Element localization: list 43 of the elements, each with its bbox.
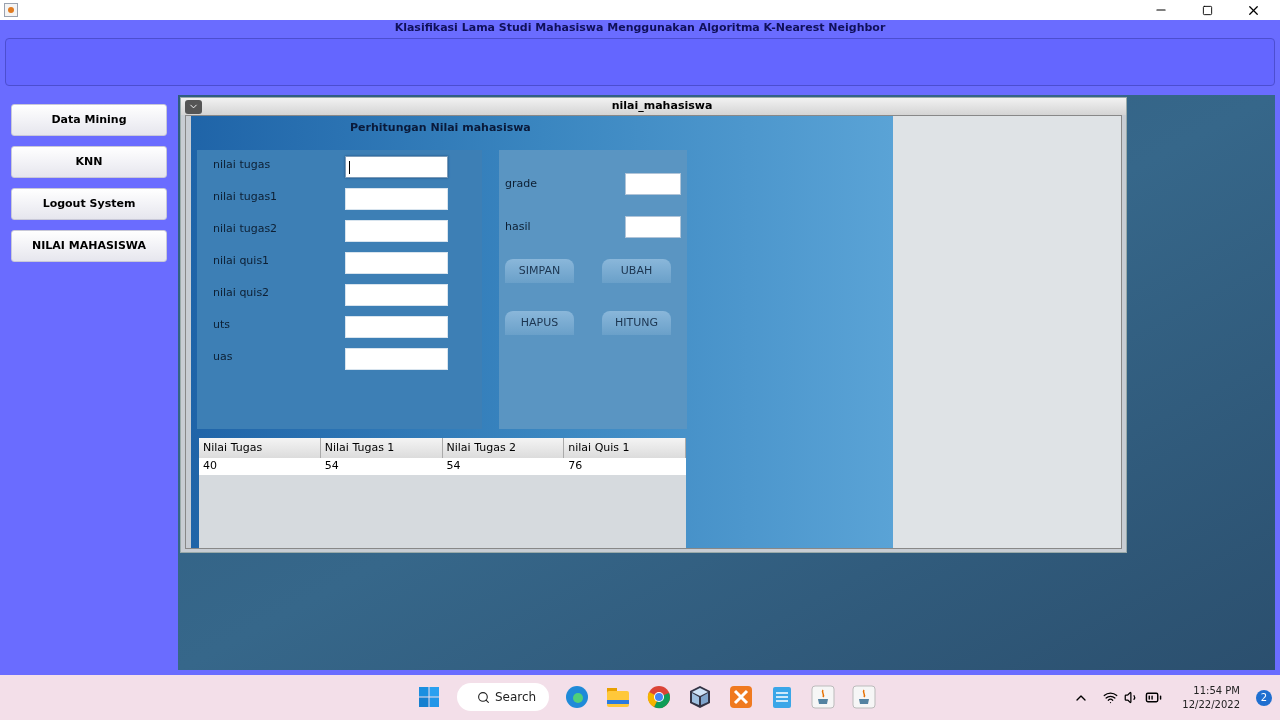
- browser-icon[interactable]: [564, 684, 590, 710]
- input-field[interactable]: [625, 173, 681, 195]
- field-label: uas: [213, 349, 234, 365]
- field-label: nilai quis1: [213, 253, 271, 269]
- java-icon[interactable]: [851, 684, 877, 710]
- field-label: grade: [505, 175, 537, 192]
- field-label: nilai tugas2: [213, 221, 279, 237]
- frame-menu-button[interactable]: [185, 99, 202, 114]
- xampp-icon[interactable]: [728, 684, 754, 710]
- notification-badge[interactable]: 2: [1256, 689, 1272, 706]
- field-label: nilai tugas1: [213, 189, 279, 205]
- field-label: nilai quis2: [213, 285, 271, 301]
- table-cell-text: 54: [323, 458, 340, 475]
- action-button[interactable]: SIMPAN: [505, 259, 574, 283]
- chrome-icon[interactable]: [646, 684, 672, 710]
- field-label: nilai tugas: [213, 157, 272, 173]
- app-title: Klasifikasi Lama Studi Mahasiswa Menggunakan Algoritma K-Nearest Neighbor: [394, 20, 886, 36]
- search-icon: [477, 690, 490, 704]
- cube-icon[interactable]: [687, 684, 713, 710]
- action-button[interactable]: UBAH: [602, 259, 671, 283]
- app-icon: [4, 3, 18, 17]
- wifi-icon[interactable]: [1103, 690, 1119, 705]
- sidebar-button[interactable]: Logout System: [11, 188, 167, 220]
- sidebar-button[interactable]: NILAI MAHASISWA: [11, 230, 167, 262]
- table-cell-text: 54: [445, 458, 462, 475]
- sidebar-button[interactable]: Data Mining: [11, 104, 167, 136]
- start-icon[interactable]: [416, 684, 442, 710]
- sidebar-button[interactable]: KNN: [11, 146, 167, 178]
- table-cell-text: 40: [202, 458, 218, 475]
- java-icon[interactable]: [810, 684, 836, 710]
- action-button[interactable]: HAPUS: [505, 311, 574, 335]
- clock-date[interactable]: 12/22/2022: [1182, 697, 1240, 712]
- form-heading: Perhitungan Nilai mahasiswa: [350, 120, 532, 136]
- field-label: hasil: [505, 218, 531, 235]
- clock-time[interactable]: 11:54 PM: [1193, 683, 1240, 698]
- action-button[interactable]: HITUNG: [602, 311, 671, 335]
- table-cell-text: 76: [567, 458, 584, 475]
- maximize-icon: [1201, 4, 1213, 16]
- field-label: uts: [213, 317, 231, 333]
- search-button[interactable]: Search: [457, 683, 549, 711]
- frame-title: nilai_mahasiswa: [610, 98, 714, 115]
- input-field[interactable]: [345, 156, 448, 178]
- input-field[interactable]: [625, 216, 681, 238]
